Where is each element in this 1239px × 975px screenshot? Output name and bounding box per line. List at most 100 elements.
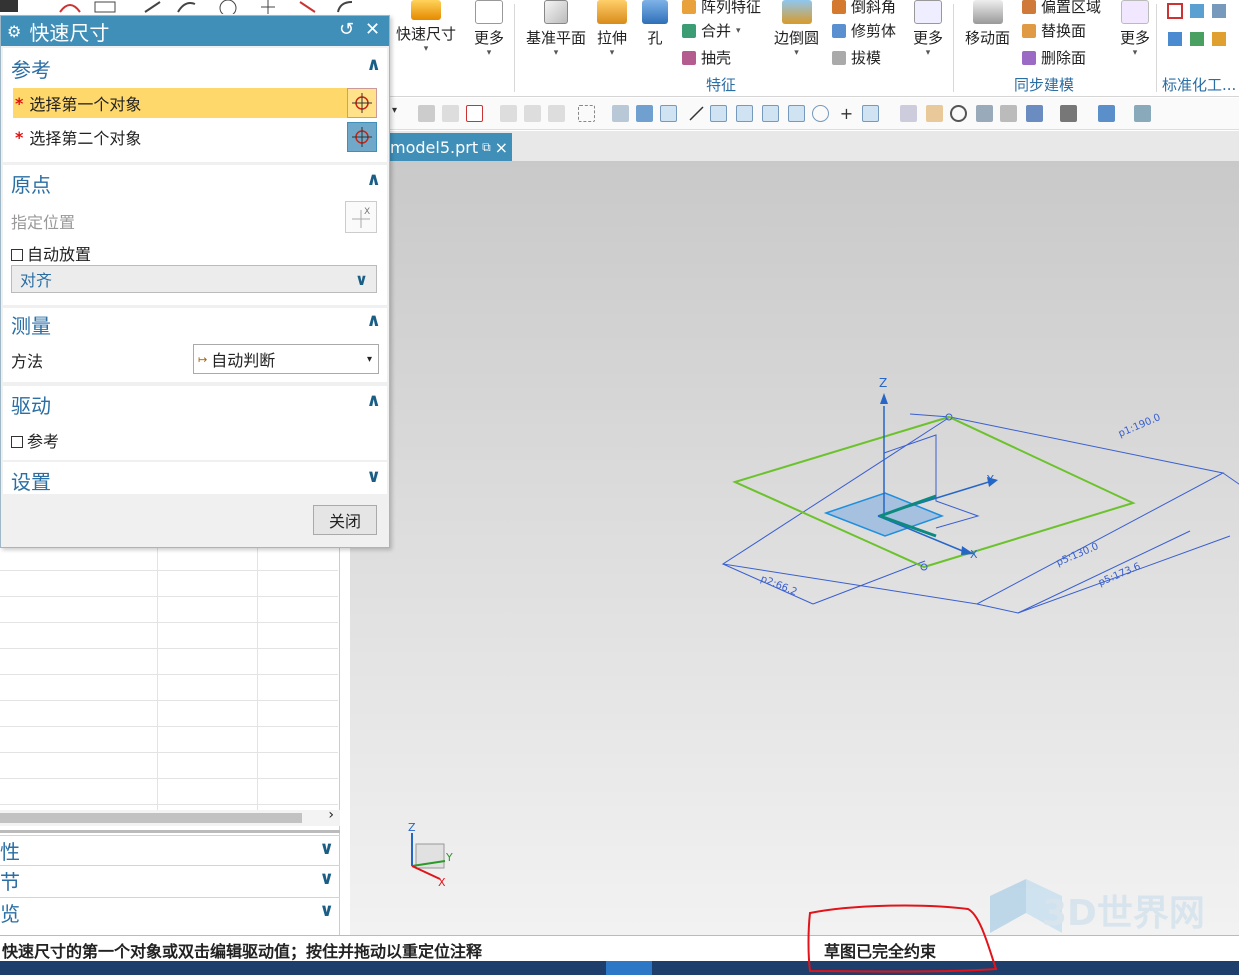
nav-section-1[interactable]: 性 ∨: [0, 835, 340, 865]
horizontal-scrollbar[interactable]: ›: [0, 807, 340, 826]
pattern-feature-button[interactable]: 阵列特征: [682, 0, 761, 17]
part-navigator-panel: › 性 ∨ 节 ∨ 览 ∨: [0, 545, 340, 935]
pointer-feature-icon[interactable]: [524, 105, 541, 122]
shaded-icon[interactable]: [1098, 105, 1115, 122]
view-fit-icon[interactable]: [900, 105, 917, 122]
center-snap-icon[interactable]: [812, 105, 829, 122]
dim-p1-label[interactable]: p1:190.0: [1117, 412, 1162, 440]
replace-face-button[interactable]: 替换面: [1022, 20, 1086, 41]
settings-header[interactable]: 设置: [11, 466, 51, 495]
curve-snap-icon[interactable]: [788, 105, 805, 122]
nav-section-3[interactable]: 览 ∨: [0, 897, 340, 927]
datum-plane-button[interactable]: 基准平面 ▾: [526, 0, 586, 58]
dialog-titlebar[interactable]: ⚙ 快速尺寸 ↺ ✕: [1, 16, 389, 46]
quick-dimension-button[interactable]: 快速尺寸 ▾: [396, 0, 456, 54]
face-select-icon[interactable]: [612, 105, 629, 122]
reference-checkbox[interactable]: 参考: [11, 428, 59, 452]
table-row[interactable]: [0, 545, 338, 571]
tab-model5[interactable]: model5.prt ⧉ ×: [384, 133, 512, 161]
hole-button[interactable]: 孔: [642, 0, 668, 48]
cross-snap-icon[interactable]: +: [838, 105, 855, 122]
tangent-snap-icon[interactable]: [862, 105, 879, 122]
dim-p3-label[interactable]: p5:173.6: [1097, 561, 1142, 589]
sketch-rectangle[interactable]: [732, 415, 1136, 569]
table-row[interactable]: [0, 597, 338, 623]
scroll-right-icon[interactable]: ›: [328, 807, 334, 823]
layer-icon[interactable]: [1026, 105, 1043, 122]
checkbox-icon: [11, 436, 23, 448]
table-row[interactable]: [0, 675, 338, 701]
reference-header[interactable]: 参考: [11, 54, 51, 83]
table-row[interactable]: [0, 727, 338, 753]
chamfer-button[interactable]: 倒斜角: [832, 0, 896, 17]
snap-icon[interactable]: [442, 105, 459, 122]
more-button-2[interactable]: 更多 ▾: [913, 0, 943, 58]
chevron-up-icon[interactable]: ∧: [366, 54, 381, 75]
section-icon[interactable]: [1134, 105, 1151, 122]
extrude-button[interactable]: 拉伸 ▾: [597, 0, 627, 58]
dropdown-arrow-icon[interactable]: ▾: [392, 105, 402, 122]
select-second-object[interactable]: * 选择第二个对象: [13, 122, 347, 152]
graphics-viewport[interactable]: p1:190.0 p5:130.0 p5:173.6 p2:66.2 Z Y X: [350, 161, 1239, 935]
dropdown-arrow-icon: ▾: [736, 25, 741, 36]
table-row[interactable]: [0, 649, 338, 675]
method-dropdown[interactable]: ↦ 自动判断 ▾: [193, 344, 379, 374]
midpoint-snap-icon[interactable]: [736, 105, 753, 122]
pointer-icon[interactable]: [500, 105, 517, 122]
select-box-icon[interactable]: [466, 105, 483, 122]
unite-button[interactable]: 合并 ▾: [682, 20, 741, 41]
close-tab-icon[interactable]: ×: [495, 138, 508, 157]
offset-region-button[interactable]: 偏置区域: [1022, 0, 1101, 17]
table-row[interactable]: [0, 623, 338, 649]
chevron-up-icon[interactable]: ∧: [366, 169, 381, 190]
gear-icon[interactable]: ⚙: [7, 22, 21, 41]
chevron-down-icon[interactable]: ∨: [366, 466, 381, 487]
scrollbar-thumb[interactable]: [0, 813, 302, 823]
trim-body-button[interactable]: 修剪体: [832, 20, 896, 41]
draft-button[interactable]: 拔模: [832, 47, 881, 68]
auto-place-checkbox[interactable]: 自动放置: [11, 241, 91, 265]
line-snap-icon[interactable]: [688, 105, 705, 122]
delete-face-button[interactable]: 删除面: [1022, 47, 1086, 68]
body-select-icon[interactable]: [636, 105, 653, 122]
select-first-crosshair-button[interactable]: [347, 88, 377, 118]
table-row[interactable]: [0, 779, 338, 805]
status-prompt: 快速尺寸的第一个对象或双击编辑驱动值；按住并拖动以重定位注释: [2, 942, 483, 961]
point-snap-icon[interactable]: [660, 105, 677, 122]
edge-blend-button[interactable]: 边倒圆 ▾: [774, 0, 819, 58]
rotate-icon[interactable]: [950, 105, 967, 122]
dropdown-arrow-icon: ▾: [1132, 48, 1138, 58]
close-button[interactable]: 关闭: [313, 505, 377, 535]
select-first-object[interactable]: * 选择第一个对象: [13, 88, 347, 118]
pan-icon[interactable]: [976, 105, 993, 122]
reset-icon[interactable]: ↺: [339, 19, 354, 40]
align-dropdown[interactable]: 对齐 ∨: [11, 265, 377, 293]
chevron-up-icon[interactable]: ∧: [366, 390, 381, 411]
dim-p2-label[interactable]: p5:130.0: [1055, 541, 1100, 569]
driving-header[interactable]: 驱动: [11, 390, 51, 419]
shell-button[interactable]: 抽壳: [682, 47, 731, 68]
close-icon[interactable]: ✕: [365, 19, 380, 40]
render-style-icon[interactable]: [1060, 105, 1077, 122]
control-point-snap-icon[interactable]: [762, 105, 779, 122]
table-row[interactable]: [0, 571, 338, 597]
zoom-icon[interactable]: [926, 105, 943, 122]
dim-p4-label[interactable]: p2:66.2: [759, 574, 799, 599]
table-row[interactable]: [0, 701, 338, 727]
rectangle-select-icon[interactable]: [578, 105, 595, 122]
table-row[interactable]: [0, 753, 338, 779]
more-button-3[interactable]: 更多 ▾: [1120, 0, 1150, 58]
orient-icon[interactable]: [1000, 105, 1017, 122]
chevron-up-icon[interactable]: ∧: [366, 310, 381, 331]
filter-icon[interactable]: [418, 105, 435, 122]
specify-location-button[interactable]: X: [345, 201, 377, 233]
measurement-header[interactable]: 测量: [11, 310, 51, 339]
more-button-1[interactable]: 更多 ▾: [474, 0, 504, 58]
move-face-button[interactable]: 移动面: [965, 0, 1010, 48]
origin-header[interactable]: 原点: [11, 169, 51, 198]
pointer-body-icon[interactable]: [548, 105, 565, 122]
select-second-crosshair-button[interactable]: [347, 122, 377, 152]
endpoint-snap-icon[interactable]: [710, 105, 727, 122]
red-annotation-box: [807, 904, 998, 973]
nav-section-2[interactable]: 节 ∨: [0, 865, 340, 895]
